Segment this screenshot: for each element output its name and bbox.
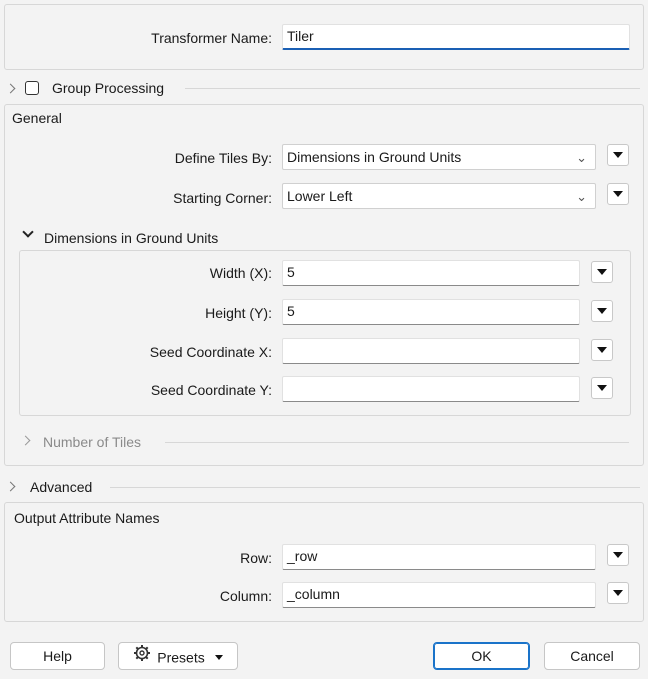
advanced-expand-icon[interactable]	[5, 481, 16, 492]
gear-icon	[133, 644, 151, 670]
height-label: Height (Y):	[205, 305, 272, 321]
column-input[interactable]: _column	[282, 582, 596, 608]
presets-label: Presets	[157, 649, 205, 666]
define-tiles-value: Dimensions in Ground Units	[287, 149, 462, 165]
transformer-name-label: Transformer Name:	[151, 30, 272, 46]
seed-y-input[interactable]	[282, 376, 580, 402]
define-tiles-select[interactable]: Dimensions in Ground Units ⌄	[282, 144, 596, 170]
seed-y-label: Seed Coordinate Y:	[150, 382, 272, 398]
group-processing-label: Group Processing	[52, 80, 165, 96]
height-input[interactable]: 5	[282, 299, 580, 325]
define-tiles-label: Define Tiles By:	[174, 150, 272, 166]
column-menu-button[interactable]	[607, 582, 629, 604]
transformer-name-input[interactable]: Tiler	[282, 24, 630, 50]
seed-y-menu-button[interactable]	[591, 377, 613, 399]
triangle-down-icon	[214, 654, 223, 660]
row-input[interactable]: _row	[282, 544, 596, 570]
row-menu-button[interactable]	[607, 544, 629, 566]
group-processing-expand-icon[interactable]	[5, 83, 16, 94]
width-label: Width (X):	[209, 265, 272, 281]
chevron-down-icon: ⌄	[576, 150, 587, 165]
group-processing-divider	[185, 88, 640, 89]
starting-corner-select[interactable]: Lower Left ⌄	[282, 183, 596, 209]
seed-x-menu-button[interactable]	[591, 339, 613, 361]
ok-button[interactable]: OK	[433, 642, 530, 670]
group-processing-checkbox[interactable]	[25, 81, 39, 95]
presets-button[interactable]: Presets	[118, 642, 238, 670]
seed-x-input[interactable]	[282, 338, 580, 364]
help-button[interactable]: Help	[10, 642, 105, 670]
seed-x-label: Seed Coordinate X:	[149, 344, 272, 360]
height-menu-button[interactable]	[591, 300, 613, 322]
number-of-tiles-title: Number of Tiles	[43, 434, 142, 450]
chevron-down-icon: ⌄	[576, 189, 587, 204]
define-tiles-menu-button[interactable]	[607, 144, 629, 166]
general-title: General	[12, 110, 62, 126]
advanced-title: Advanced	[30, 479, 93, 495]
dimensions-title: Dimensions in Ground Units	[44, 230, 219, 246]
row-label: Row:	[240, 550, 272, 566]
column-label: Column:	[219, 588, 272, 604]
cancel-button[interactable]: Cancel	[544, 642, 640, 670]
starting-corner-menu-button[interactable]	[607, 183, 629, 205]
number-of-tiles-divider	[165, 442, 629, 443]
advanced-divider	[110, 487, 640, 488]
starting-corner-value: Lower Left	[287, 188, 353, 204]
width-menu-button[interactable]	[591, 261, 613, 283]
starting-corner-label: Starting Corner:	[173, 190, 272, 206]
output-attribute-title: Output Attribute Names	[14, 510, 160, 526]
width-input[interactable]: 5	[282, 260, 580, 286]
